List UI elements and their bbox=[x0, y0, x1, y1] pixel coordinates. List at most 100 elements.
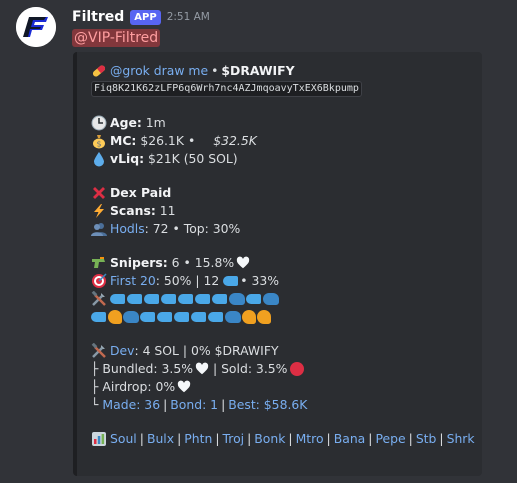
mc-value: $26.1K bbox=[140, 133, 184, 148]
whale-icon bbox=[229, 293, 245, 305]
dolphin-icon bbox=[257, 310, 271, 324]
age-line: Age: 1m bbox=[91, 114, 474, 132]
scans-line: Scans: 11 bbox=[91, 202, 474, 220]
dolphin-icon bbox=[108, 310, 122, 324]
role-mention[interactable]: @VIP-Filtred bbox=[72, 29, 161, 47]
fish-icon bbox=[246, 294, 261, 304]
fish-icon bbox=[223, 276, 239, 286]
link-pepe[interactable]: Pepe bbox=[375, 430, 405, 448]
fish-icon bbox=[140, 312, 155, 322]
snipers-label: Snipers: bbox=[110, 255, 168, 270]
bullet: • bbox=[211, 63, 219, 78]
white-heart-icon bbox=[195, 362, 209, 376]
whale-icon bbox=[123, 311, 139, 323]
filtred-logo-avatar[interactable] bbox=[16, 7, 56, 47]
red-circle-icon bbox=[290, 362, 305, 376]
mc-ath: $32.5K bbox=[213, 133, 257, 148]
water-pistol-icon bbox=[91, 255, 107, 271]
made-link[interactable]: Made: 36 bbox=[102, 396, 160, 414]
people-icon bbox=[91, 221, 107, 237]
message-header: Filtred APP 2:51 AM bbox=[72, 6, 210, 28]
fish-icon bbox=[144, 294, 159, 304]
sold-text: | Sold: 3.5% bbox=[212, 361, 288, 376]
fish-icon bbox=[161, 294, 176, 304]
fish-icon bbox=[157, 312, 172, 322]
first20-tail: • 33% bbox=[240, 273, 280, 288]
scans-label: Scans: bbox=[110, 203, 156, 218]
dolphin-icon bbox=[242, 310, 256, 324]
fish-icon bbox=[127, 294, 142, 304]
mc-label: MC: bbox=[110, 133, 137, 148]
link-bonk[interactable]: Bonk bbox=[254, 430, 285, 448]
mc-line: $ MC: $26.1K • $32.5K bbox=[91, 132, 474, 150]
embed-content: @grok draw me • $DRAWIFY Fiq8K21K62zLFP6… bbox=[91, 62, 475, 448]
hodls-link[interactable]: Hodls bbox=[110, 220, 145, 238]
whale-icon bbox=[263, 293, 279, 305]
link-phtn[interactable]: Phtn bbox=[184, 430, 212, 448]
link-mtro[interactable]: Mtro bbox=[296, 430, 324, 448]
trading-links-line: Soul | Bulx | Phtn | Troj | Bonk | Mtro | Bana… bbox=[91, 430, 475, 448]
mc-bullet: • bbox=[187, 133, 196, 148]
dex-paid-label: Dex Paid bbox=[110, 185, 172, 200]
fish-icon bbox=[178, 294, 193, 304]
dev-value: : 4 SOL | 0% $DRAWIFY bbox=[134, 343, 279, 358]
droplet-icon bbox=[91, 151, 107, 167]
fish-icon bbox=[91, 312, 106, 322]
title-line: @grok draw me • $DRAWIFY bbox=[91, 62, 474, 80]
fish-icon bbox=[208, 312, 223, 322]
mention-line: @VIP-Filtred bbox=[72, 29, 161, 47]
grok-link[interactable]: @grok draw me bbox=[110, 62, 208, 80]
airdrop-line: ├ Airdrop: 0% bbox=[91, 378, 474, 396]
link-soul[interactable]: Soul bbox=[110, 430, 137, 448]
vliq-label: vLiq: bbox=[110, 151, 145, 166]
lightning-icon bbox=[91, 203, 107, 219]
dev-line: Dev : 4 SOL | 0% $DRAWIFY bbox=[91, 342, 474, 360]
fish-icon bbox=[174, 312, 189, 322]
fish-icon bbox=[212, 294, 227, 304]
svg-text:$: $ bbox=[96, 140, 101, 149]
age-value: 1m bbox=[145, 115, 166, 130]
link-stb[interactable]: Stb bbox=[416, 430, 437, 448]
username[interactable]: Filtred bbox=[72, 9, 124, 25]
first20-link[interactable]: First 20 bbox=[110, 272, 156, 290]
vliq-line: vLiq: $21K (50 SOL) bbox=[91, 150, 474, 168]
white-heart-icon bbox=[177, 380, 191, 394]
made-prefix: └ bbox=[91, 397, 99, 412]
contract-address[interactable]: Fiq8K21K62zLFP6q6Wrh7nc4AZJmqoavyTxEX6Bk… bbox=[91, 81, 362, 97]
snipers-value: 6 • 15.8% bbox=[171, 255, 235, 270]
app-badge: APP bbox=[130, 9, 161, 25]
fish-icon bbox=[191, 312, 206, 322]
timestamp: 2:51 AM bbox=[166, 11, 210, 23]
snipers-line: Snipers: 6 • 15.8% bbox=[91, 254, 474, 272]
embed-card: @grok draw me • $DRAWIFY Fiq8K21K62zLFP6… bbox=[73, 52, 482, 476]
holders-row-1 bbox=[91, 290, 474, 308]
cross-mark-icon bbox=[91, 185, 107, 201]
first20-line: First 20 : 50% | 12 • 33% bbox=[91, 272, 474, 290]
link-troj[interactable]: Troj bbox=[223, 430, 245, 448]
white-heart-icon bbox=[236, 256, 250, 270]
bundled-line: ├ Bundled: 3.5% | Sold: 3.5% bbox=[91, 360, 474, 378]
best-link[interactable]: Best: $58.6K bbox=[228, 396, 307, 414]
clock-icon bbox=[91, 115, 107, 131]
link-bulx[interactable]: Bulx bbox=[147, 430, 174, 448]
dev-link[interactable]: Dev bbox=[110, 342, 135, 360]
dex-paid-line: Dex Paid bbox=[91, 184, 474, 202]
contract-line: Fiq8K21K62zLFP6q6Wrh7nc4AZJmqoavyTxEX6Bk… bbox=[91, 80, 474, 98]
bundled-text: ├ Bundled: 3.5% bbox=[91, 361, 193, 376]
age-label: Age: bbox=[110, 115, 142, 130]
tools-icon bbox=[91, 291, 107, 307]
airdrop-text: ├ Airdrop: 0% bbox=[91, 379, 176, 394]
link-shrk[interactable]: Shrk bbox=[447, 430, 475, 448]
hodls-value: : 72 • Top: 30% bbox=[144, 221, 241, 236]
fish-icon bbox=[195, 294, 210, 304]
made-line: └ Made: 36 | Bond: 1 | Best: $58.6K bbox=[91, 396, 308, 414]
chart-icon bbox=[91, 431, 107, 447]
ticker: $DRAWIFY bbox=[221, 63, 295, 78]
vliq-value: $21K (50 SOL) bbox=[148, 151, 238, 166]
whale-icon bbox=[225, 311, 241, 323]
link-bana[interactable]: Bana bbox=[334, 430, 366, 448]
first20-value: : 50% | 12 bbox=[155, 273, 220, 288]
bond-link[interactable]: Bond: 1 bbox=[170, 396, 218, 414]
holders-row-2 bbox=[91, 308, 474, 326]
target-icon bbox=[91, 273, 107, 289]
